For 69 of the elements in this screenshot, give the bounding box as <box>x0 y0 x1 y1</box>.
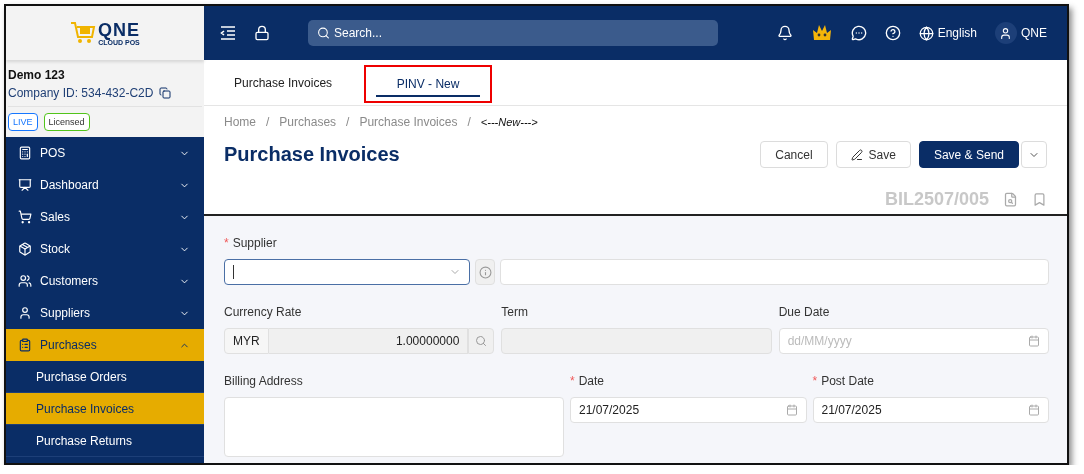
breadcrumb-item: <---New---> <box>480 116 538 128</box>
date-field[interactable]: 21/07/2025 <box>570 397 807 423</box>
field-label: Currency Rate <box>224 305 302 319</box>
submenu-item[interactable]: Purchase Invoices <box>6 393 204 425</box>
breadcrumb-item[interactable]: Purchases <box>279 115 337 129</box>
user-icon <box>18 306 32 320</box>
calculator-icon <box>18 146 32 160</box>
help-icon[interactable] <box>884 25 901 41</box>
breadcrumb-separator: / <box>266 115 270 129</box>
supplier-name-field[interactable] <box>500 259 1049 285</box>
billing-address-field[interactable] <box>224 397 564 457</box>
info-icon <box>478 265 492 279</box>
clipboard-icon <box>18 338 32 352</box>
menu-item[interactable]: Purchases <box>6 329 204 361</box>
file-search-icon[interactable] <box>1003 191 1018 207</box>
company-id: Company ID: 534-432-C2D <box>8 86 154 100</box>
user-icon[interactable] <box>995 22 1017 44</box>
due-date-field[interactable]: dd/MM/yyyy <box>778 328 1049 354</box>
calendar-icon[interactable] <box>1028 335 1040 347</box>
search-icon <box>475 335 488 347</box>
status-badge: LIVE <box>8 113 38 131</box>
breadcrumb-separator: / <box>346 115 350 129</box>
field-label: Post Date <box>821 374 874 388</box>
field-label: Date <box>578 374 605 388</box>
mascot-icon[interactable] <box>810 24 833 42</box>
chat-icon[interactable] <box>850 25 867 41</box>
currency-rate-field[interactable]: 1.00000000 <box>268 328 469 354</box>
search-field[interactable]: Search... <box>308 20 718 46</box>
language-label[interactable]: English <box>937 26 977 40</box>
field-label: Due Date <box>778 305 830 319</box>
page-title: Purchase Invoices <box>224 143 401 166</box>
menu-fold-icon[interactable] <box>220 26 236 40</box>
calendar-icon[interactable] <box>785 404 798 416</box>
bell-icon[interactable] <box>776 25 793 41</box>
required-mark: * <box>812 374 818 388</box>
breadcrumb-separator: / <box>467 115 471 129</box>
user-name[interactable]: QNE <box>1021 26 1047 40</box>
required-mark: * <box>570 374 575 388</box>
bookmark-icon[interactable] <box>1032 191 1047 207</box>
field-label: Supplier <box>232 236 277 250</box>
logo-name: QNE <box>98 20 140 39</box>
globe-icon[interactable] <box>918 25 934 41</box>
company-name: Demo 123 <box>8 68 66 82</box>
presentation-icon <box>18 178 32 192</box>
search-button[interactable] <box>468 328 495 354</box>
copy-icon[interactable] <box>159 87 172 99</box>
dropdown-button[interactable] <box>1021 141 1047 168</box>
save-button[interactable]: Save <box>835 141 911 168</box>
status-badge: Licensed <box>43 113 90 131</box>
tab[interactable]: Purchase Invoices <box>212 60 355 105</box>
search-icon <box>317 26 330 40</box>
field-label: Term <box>501 305 528 319</box>
calendar-icon[interactable] <box>1028 404 1040 416</box>
lock-icon[interactable] <box>254 25 270 41</box>
supplier-select[interactable] <box>224 259 470 285</box>
currency-code: MYR <box>224 328 269 354</box>
pencil-icon <box>850 148 863 161</box>
cart-icon <box>70 20 96 46</box>
info-button[interactable] <box>475 259 495 285</box>
save-send-button[interactable]: Save & Send <box>918 141 1019 168</box>
tab[interactable]: PINV - New <box>364 65 493 103</box>
box-icon <box>18 242 32 256</box>
date-field[interactable]: 21/07/2025 <box>812 397 1049 423</box>
users-icon <box>18 274 32 288</box>
required-mark: * <box>224 236 229 250</box>
cart-icon <box>18 210 32 224</box>
field-label: Billing Address <box>224 374 303 388</box>
breadcrumb-item[interactable]: Purchase Invoices <box>359 115 458 129</box>
cancel-button[interactable]: Cancel <box>760 141 828 168</box>
